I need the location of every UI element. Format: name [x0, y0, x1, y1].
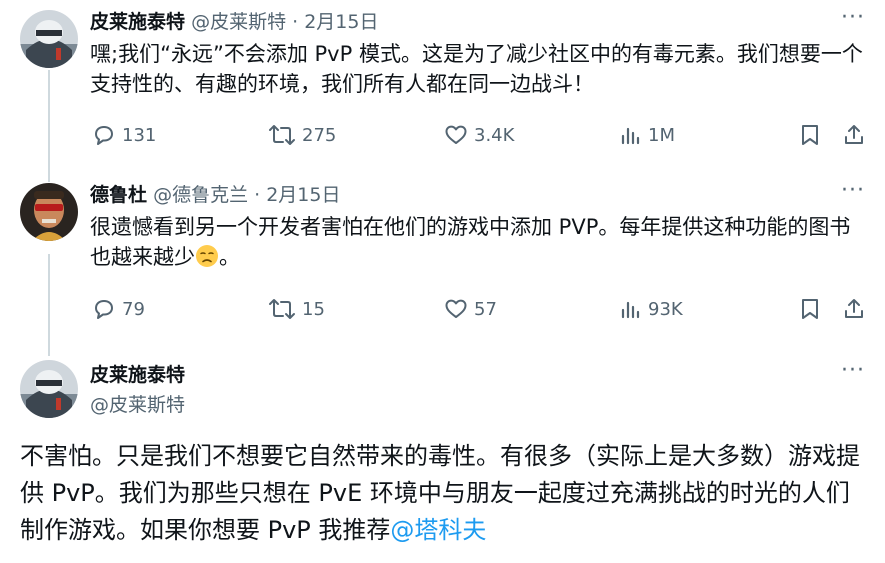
tweet-text: 很遗憾看到另一个开发者害怕在他们的游戏中添加 PVP。每年提供这种功能的图书也越…	[90, 212, 865, 272]
tweet-header: 皮莱施泰特 @皮莱斯特 · 2月15日 ···	[90, 6, 865, 34]
views-button[interactable]: 1M	[620, 123, 675, 147]
reply-count: 79	[122, 298, 145, 320]
tweet-date[interactable]: 2月15日	[304, 11, 378, 33]
reply-button[interactable]: 79	[92, 297, 145, 321]
mention-link[interactable]: @塔科夫	[390, 516, 486, 544]
main-tweet-text: 不害怕。只是我们不想要它自然带来的毒性。有很多（实际上是大多数）游戏提供 PvP…	[20, 438, 867, 549]
views-button[interactable]: 93K	[620, 297, 683, 321]
like-button[interactable]: 3.4K	[444, 123, 514, 147]
bookmark-icon	[802, 299, 818, 319]
repost-icon	[269, 125, 295, 145]
analytics-icon	[621, 301, 640, 319]
author-handle[interactable]: @皮莱斯特	[90, 394, 185, 416]
heart-icon	[445, 125, 467, 144]
bookmark-button[interactable]	[799, 297, 821, 321]
avatar-image	[20, 360, 78, 418]
bookmark-button[interactable]	[799, 123, 821, 147]
handle-row: @皮莱斯特	[90, 393, 865, 417]
views-count: 1M	[648, 124, 675, 146]
more-options-button[interactable]: ···	[841, 179, 865, 203]
tweet-text: 嘿;我们“永远”不会添加 PvP 模式。这是为了减少社区中的有毒元素。我们想要一…	[90, 42, 863, 96]
author-handle[interactable]: @德鲁克兰	[153, 184, 248, 206]
like-count: 57	[474, 298, 497, 320]
separator: ·	[292, 11, 299, 33]
avatar-image	[20, 183, 78, 241]
more-options-button[interactable]: ···	[841, 6, 865, 30]
tweet-actions: 79 15 57 93K	[0, 297, 885, 323]
bookmark-icon	[802, 125, 818, 145]
tweet-text-suffix: 。	[219, 245, 240, 269]
avatar-image	[20, 10, 78, 68]
analytics-icon	[621, 127, 640, 145]
tweet-actions: 131 275 3.4K 1M	[0, 123, 885, 149]
avatar[interactable]	[20, 10, 78, 68]
tweet-header: 皮莱施泰特 ···	[90, 359, 865, 387]
like-button[interactable]: 57	[444, 297, 497, 321]
share-button[interactable]	[842, 123, 866, 147]
tweet-header: 德鲁杜 @德鲁克兰 · 2月15日 ···	[90, 179, 865, 207]
views-count: 93K	[648, 298, 683, 320]
author-name[interactable]: 皮莱施泰特	[90, 364, 185, 386]
disappointed-face-emoji-icon	[196, 245, 218, 267]
share-button[interactable]	[842, 297, 866, 321]
repost-button[interactable]: 275	[268, 123, 336, 147]
reply-icon	[95, 300, 113, 319]
author-name[interactable]: 皮莱施泰特	[90, 11, 185, 33]
repost-count: 15	[302, 298, 325, 320]
reply-count: 131	[122, 124, 157, 146]
reply-button[interactable]: 131	[92, 123, 156, 147]
repost-icon	[269, 299, 295, 319]
separator: ·	[254, 184, 261, 206]
repost-button[interactable]: 15	[268, 297, 325, 321]
author-handle[interactable]: @皮莱斯特	[191, 11, 286, 33]
avatar[interactable]	[20, 360, 78, 418]
reply-icon	[95, 126, 113, 145]
like-count: 3.4K	[474, 124, 515, 146]
repost-count: 275	[302, 124, 337, 146]
share-icon	[845, 299, 863, 318]
heart-icon	[445, 299, 467, 318]
share-icon	[845, 125, 863, 144]
tweet-date[interactable]: 2月15日	[266, 184, 340, 206]
avatar[interactable]	[20, 183, 78, 241]
more-options-button[interactable]: ···	[841, 359, 865, 383]
author-name[interactable]: 德鲁杜	[90, 184, 147, 206]
